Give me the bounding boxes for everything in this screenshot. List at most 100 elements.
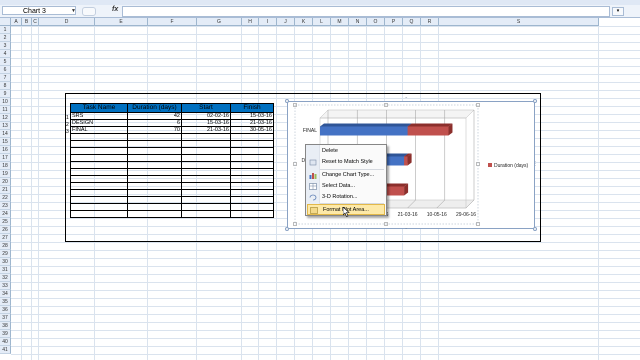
empty-cell[interactable] [70, 133, 128, 141]
menu-item-delete[interactable]: Delete [307, 146, 385, 157]
row-header[interactable]: 9 [0, 90, 11, 98]
row-header[interactable]: 10 [0, 98, 11, 106]
menu-item-select-data[interactable]: Select Data... [307, 181, 385, 192]
empty-cell[interactable] [230, 196, 274, 204]
column-header[interactable]: D [39, 18, 95, 26]
row-header[interactable]: 27 [0, 234, 11, 242]
empty-cell[interactable] [70, 182, 128, 190]
row-header[interactable]: 36 [0, 306, 11, 314]
name-box-dropdown-icon[interactable]: ▼ [71, 8, 76, 14]
row-header[interactable]: 21 [0, 186, 11, 194]
chart-resize-handle[interactable]: ∙∙∙∙ [405, 226, 407, 232]
row-header[interactable]: 41 [0, 346, 11, 354]
table-row[interactable] [70, 182, 274, 190]
empty-cell[interactable] [70, 203, 128, 211]
empty-cell[interactable] [181, 168, 231, 176]
table-row[interactable] [70, 154, 274, 162]
row-header[interactable]: 38 [0, 322, 11, 330]
empty-cell[interactable] [181, 175, 231, 183]
empty-cell[interactable] [127, 203, 182, 211]
empty-cell[interactable] [127, 182, 182, 190]
empty-cell[interactable] [127, 140, 182, 148]
empty-cell[interactable] [70, 189, 128, 197]
row-header[interactable]: 29 [0, 250, 11, 258]
empty-cell[interactable] [127, 168, 182, 176]
row-header[interactable]: 18 [0, 162, 11, 170]
cell-task[interactable]: SRS [70, 112, 128, 120]
table-row[interactable] [70, 161, 274, 169]
empty-cell[interactable] [181, 147, 231, 155]
row-header[interactable]: 19 [0, 170, 11, 178]
empty-cell[interactable] [230, 203, 274, 211]
chart-resize-handle[interactable] [285, 99, 289, 103]
row-header[interactable]: 22 [0, 194, 11, 202]
row-header[interactable]: 39 [0, 330, 11, 338]
empty-cell[interactable] [70, 168, 128, 176]
empty-cell[interactable] [181, 140, 231, 148]
column-header[interactable]: R [421, 18, 439, 26]
empty-cell[interactable] [230, 210, 274, 218]
empty-cell[interactable] [181, 210, 231, 218]
chart-resize-handle[interactable] [285, 227, 289, 231]
formula-controls[interactable] [82, 7, 96, 16]
row-header[interactable]: 6 [0, 66, 11, 74]
column-header[interactable]: S [439, 18, 599, 26]
cell-finish[interactable]: 21-03-16 [230, 119, 274, 127]
row-header[interactable]: 25 [0, 218, 11, 226]
table-row[interactable] [70, 175, 274, 183]
header-task-name[interactable]: Task Name [70, 103, 128, 113]
empty-cell[interactable] [127, 175, 182, 183]
chart-resize-handle[interactable]: ∙∙∙∙ [405, 95, 407, 101]
empty-cell[interactable] [127, 189, 182, 197]
table-row[interactable] [70, 168, 274, 176]
row-header[interactable]: 20 [0, 178, 11, 186]
table-row[interactable] [70, 189, 274, 197]
table-row[interactable] [70, 196, 274, 204]
chart-resize-handle[interactable]: ⋮ [533, 161, 538, 167]
header-finish[interactable]: Finish [230, 103, 274, 113]
column-header[interactable]: E [95, 18, 148, 26]
empty-cell[interactable] [181, 154, 231, 162]
column-header[interactable]: N [349, 18, 367, 26]
empty-cell[interactable] [230, 189, 274, 197]
empty-cell[interactable] [70, 161, 128, 169]
empty-cell[interactable] [230, 182, 274, 190]
empty-cell[interactable] [127, 196, 182, 204]
table-row[interactable]: FINAL 70 21-03-16 30-05-16 [70, 126, 274, 134]
row-header[interactable]: 2 [0, 34, 11, 42]
table-row[interactable] [70, 133, 274, 141]
empty-cell[interactable] [230, 175, 274, 183]
column-header[interactable]: Q [403, 18, 421, 26]
row-header[interactable]: 40 [0, 338, 11, 346]
table-row[interactable] [70, 140, 274, 148]
empty-cell[interactable] [70, 210, 128, 218]
cell-task[interactable]: DESIGN [70, 119, 128, 127]
column-header[interactable]: A [11, 18, 22, 26]
empty-cell[interactable] [70, 154, 128, 162]
empty-cell[interactable] [70, 147, 128, 155]
name-box[interactable]: Chart 3 [2, 6, 76, 15]
row-header[interactable]: 3 [0, 42, 11, 50]
column-header[interactable]: I [259, 18, 277, 26]
cell-duration[interactable]: 70 [127, 126, 182, 134]
row-header[interactable]: 11 [0, 106, 11, 114]
cell-duration[interactable]: 42 [127, 112, 182, 120]
empty-cell[interactable] [70, 140, 128, 148]
column-header[interactable]: C [32, 18, 39, 26]
column-header[interactable]: J [277, 18, 295, 26]
empty-cell[interactable] [181, 203, 231, 211]
column-header[interactable]: K [295, 18, 313, 26]
row-header[interactable]: 35 [0, 298, 11, 306]
row-header[interactable]: 8 [0, 82, 11, 90]
cell-task[interactable]: FINAL [70, 126, 128, 134]
row-header[interactable]: 26 [0, 226, 11, 234]
row-header[interactable]: 13 [0, 122, 11, 130]
row-header[interactable]: 1 [0, 26, 11, 34]
cell-start[interactable]: 15-03-16 [181, 119, 231, 127]
chart-resize-handle[interactable] [533, 99, 537, 103]
row-header[interactable]: 33 [0, 282, 11, 290]
row-header[interactable]: 37 [0, 314, 11, 322]
column-header[interactable]: B [22, 18, 32, 26]
row-header[interactable]: 31 [0, 266, 11, 274]
empty-cell[interactable] [127, 154, 182, 162]
